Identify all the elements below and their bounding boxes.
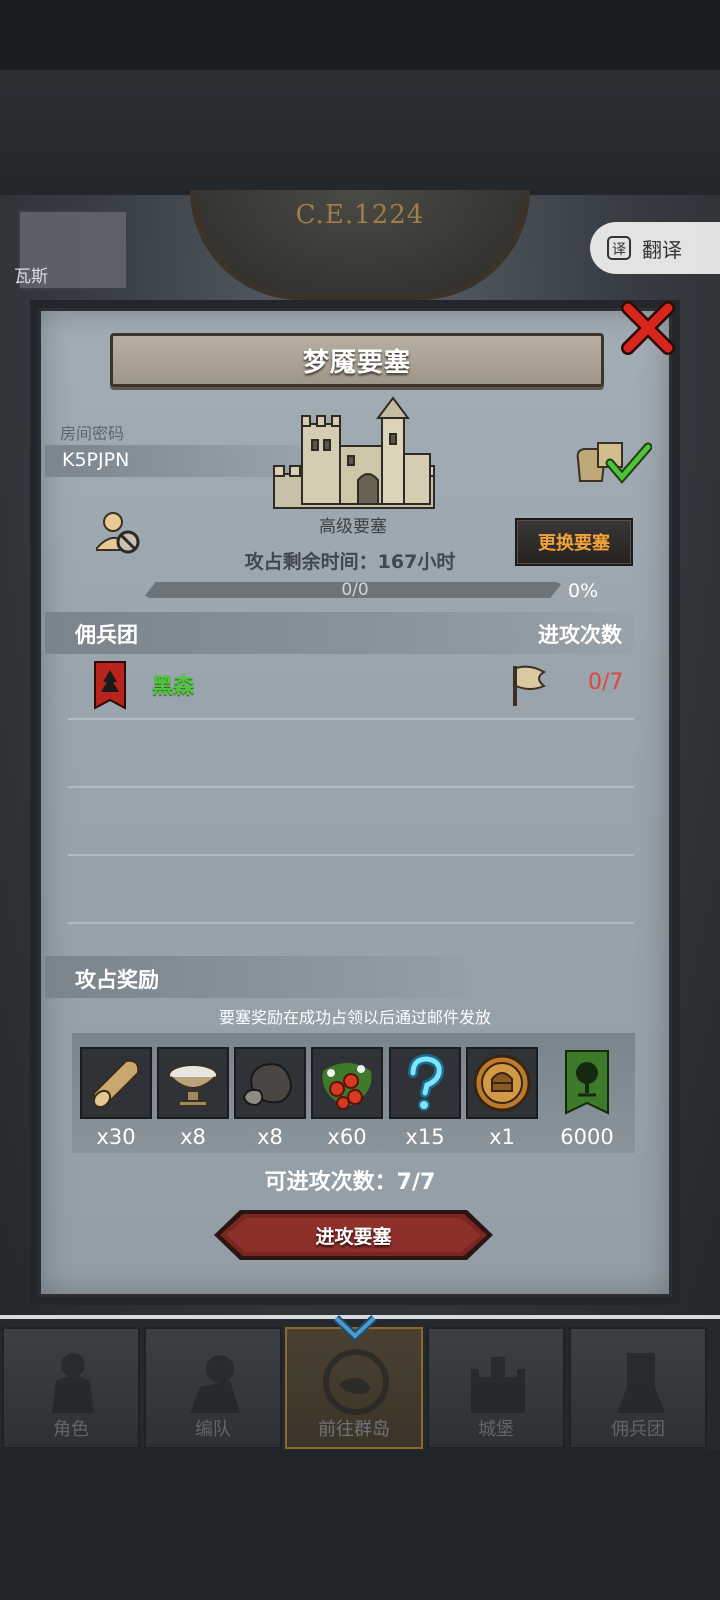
dialog-title: 梦魇要塞 <box>302 347 411 378</box>
attack-count-header-label: 进攻次数 <box>538 623 622 647</box>
castle-icon <box>471 1357 525 1413</box>
mercenary-attacks: 0/7 <box>588 670 624 695</box>
reward-item[interactable]: x30 <box>80 1047 152 1149</box>
room-code-label: 房间密码 <box>60 424 125 443</box>
room-code: K5PJPN <box>62 449 130 471</box>
reward-qty: x8 <box>180 1125 206 1149</box>
occupy-time: 攻占剩余时间：167小时 <box>150 547 550 574</box>
castle-icon <box>273 396 435 509</box>
empty-row <box>68 856 634 924</box>
silver-bowl-icon <box>168 1064 218 1107</box>
knight-medal-icon <box>473 1054 531 1112</box>
attack-fortress-label: 进攻要塞 <box>315 1225 392 1248</box>
reward-qty: x15 <box>405 1125 445 1149</box>
translate-icon: 译 <box>607 236 631 260</box>
attack-fortress-button[interactable]: 进攻要塞 <box>212 1208 495 1262</box>
title-banner: 梦魇要塞 <box>110 333 604 387</box>
progress-count: 0/0 <box>341 580 369 600</box>
reward-note: 要塞奖励在成功占领以后通过邮件发放 <box>218 1008 491 1027</box>
nav-item-formation[interactable]: 编队 <box>144 1327 282 1449</box>
berries-icon <box>322 1063 372 1110</box>
empty-row <box>68 788 634 856</box>
year-label: C.E.1224 <box>295 200 425 230</box>
nav-item-mercenary[interactable]: 佣兵团 <box>569 1327 707 1449</box>
reward-qty: 6000 <box>560 1125 614 1149</box>
ore-icon <box>242 1063 292 1107</box>
mercenary-row[interactable]: 黑森 0/7 <box>68 652 634 720</box>
background-card-label: 瓦斯 <box>14 267 48 287</box>
mercenary-header-label: 佣兵团 <box>75 623 138 647</box>
tree-banner-icon <box>565 1050 609 1115</box>
translate-label: 翻译 <box>642 237 682 262</box>
empty-row <box>68 720 634 788</box>
nav-label: 前往群岛 <box>318 1419 390 1440</box>
close-icon[interactable] <box>620 300 676 356</box>
chevron-down-icon <box>333 1315 377 1342</box>
nav-item-character[interactable]: 角色 <box>2 1327 140 1449</box>
no-join-icon[interactable] <box>93 510 143 556</box>
reward-qty: x8 <box>257 1125 283 1149</box>
occupy-time-value: 167 <box>377 551 418 573</box>
nav-label: 角色 <box>53 1419 89 1440</box>
flag-icon <box>513 665 546 706</box>
attack-available-value: 7/7 <box>396 1170 436 1195</box>
occupy-time-label: 攻占剩余时间： <box>244 551 378 573</box>
mercenary-icon <box>617 1353 665 1413</box>
nav-item-castle[interactable]: 城堡 <box>427 1327 565 1449</box>
reward-item[interactable]: x8 <box>157 1047 229 1149</box>
translate-button[interactable]: 译 翻译 <box>590 222 720 274</box>
progress-percent: 0% <box>568 580 599 602</box>
svg-text:译: 译 <box>612 242 626 258</box>
attack-available: 可进攻次数：7/7 <box>200 1164 500 1196</box>
reward-qty: x30 <box>96 1125 136 1149</box>
status-bar <box>0 0 720 70</box>
nav-label: 城堡 <box>478 1419 514 1440</box>
background-band <box>0 70 720 195</box>
reward-header-label: 攻占奖励 <box>75 968 159 992</box>
island-icon <box>323 1349 389 1415</box>
reward-item[interactable]: 6000 <box>551 1047 623 1149</box>
nav-label: 佣兵团 <box>611 1419 665 1440</box>
reward-qty: x1 <box>489 1125 515 1149</box>
wood-log-icon <box>92 1059 140 1109</box>
mystery-question-icon <box>408 1053 445 1111</box>
reward-qty: x60 <box>327 1125 367 1149</box>
black-forest-banner-icon <box>94 661 126 710</box>
attack-available-label: 可进攻次数： <box>264 1170 397 1195</box>
formation-icon <box>190 1355 240 1413</box>
system-nav-area <box>0 1450 720 1600</box>
castle-name: 高级要塞 <box>319 517 387 537</box>
reward-item[interactable]: x8 <box>234 1047 306 1149</box>
occupy-time-unit: 小时 <box>417 551 456 573</box>
reward-item[interactable]: x15 <box>389 1047 461 1149</box>
supply-bag-icon[interactable] <box>572 437 652 487</box>
mercenary-name: 黑森 <box>152 674 194 698</box>
nav-label: 编队 <box>195 1419 231 1440</box>
character-icon <box>52 1353 94 1413</box>
reward-item[interactable]: x1 <box>466 1047 538 1149</box>
reward-item[interactable]: x60 <box>311 1047 383 1149</box>
